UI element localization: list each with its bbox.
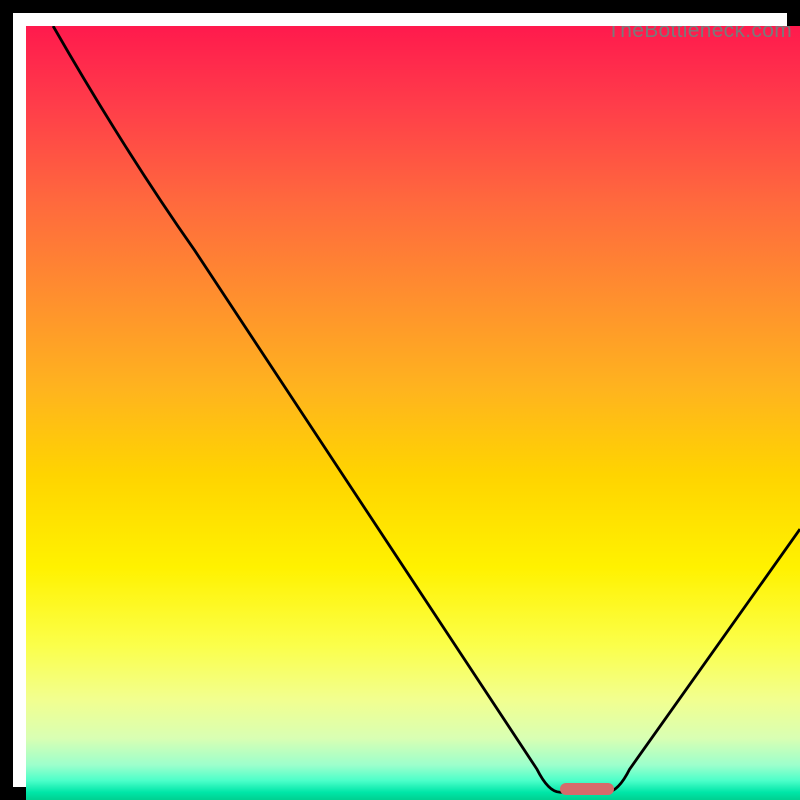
chart-background-gradient — [26, 26, 800, 800]
chart-plot-area: TheBottleneck.com — [26, 26, 800, 800]
watermark-text: TheBottleneck.com — [607, 26, 792, 43]
chart-marker — [560, 783, 614, 795]
chart-frame: TheBottleneck.com — [0, 0, 800, 800]
